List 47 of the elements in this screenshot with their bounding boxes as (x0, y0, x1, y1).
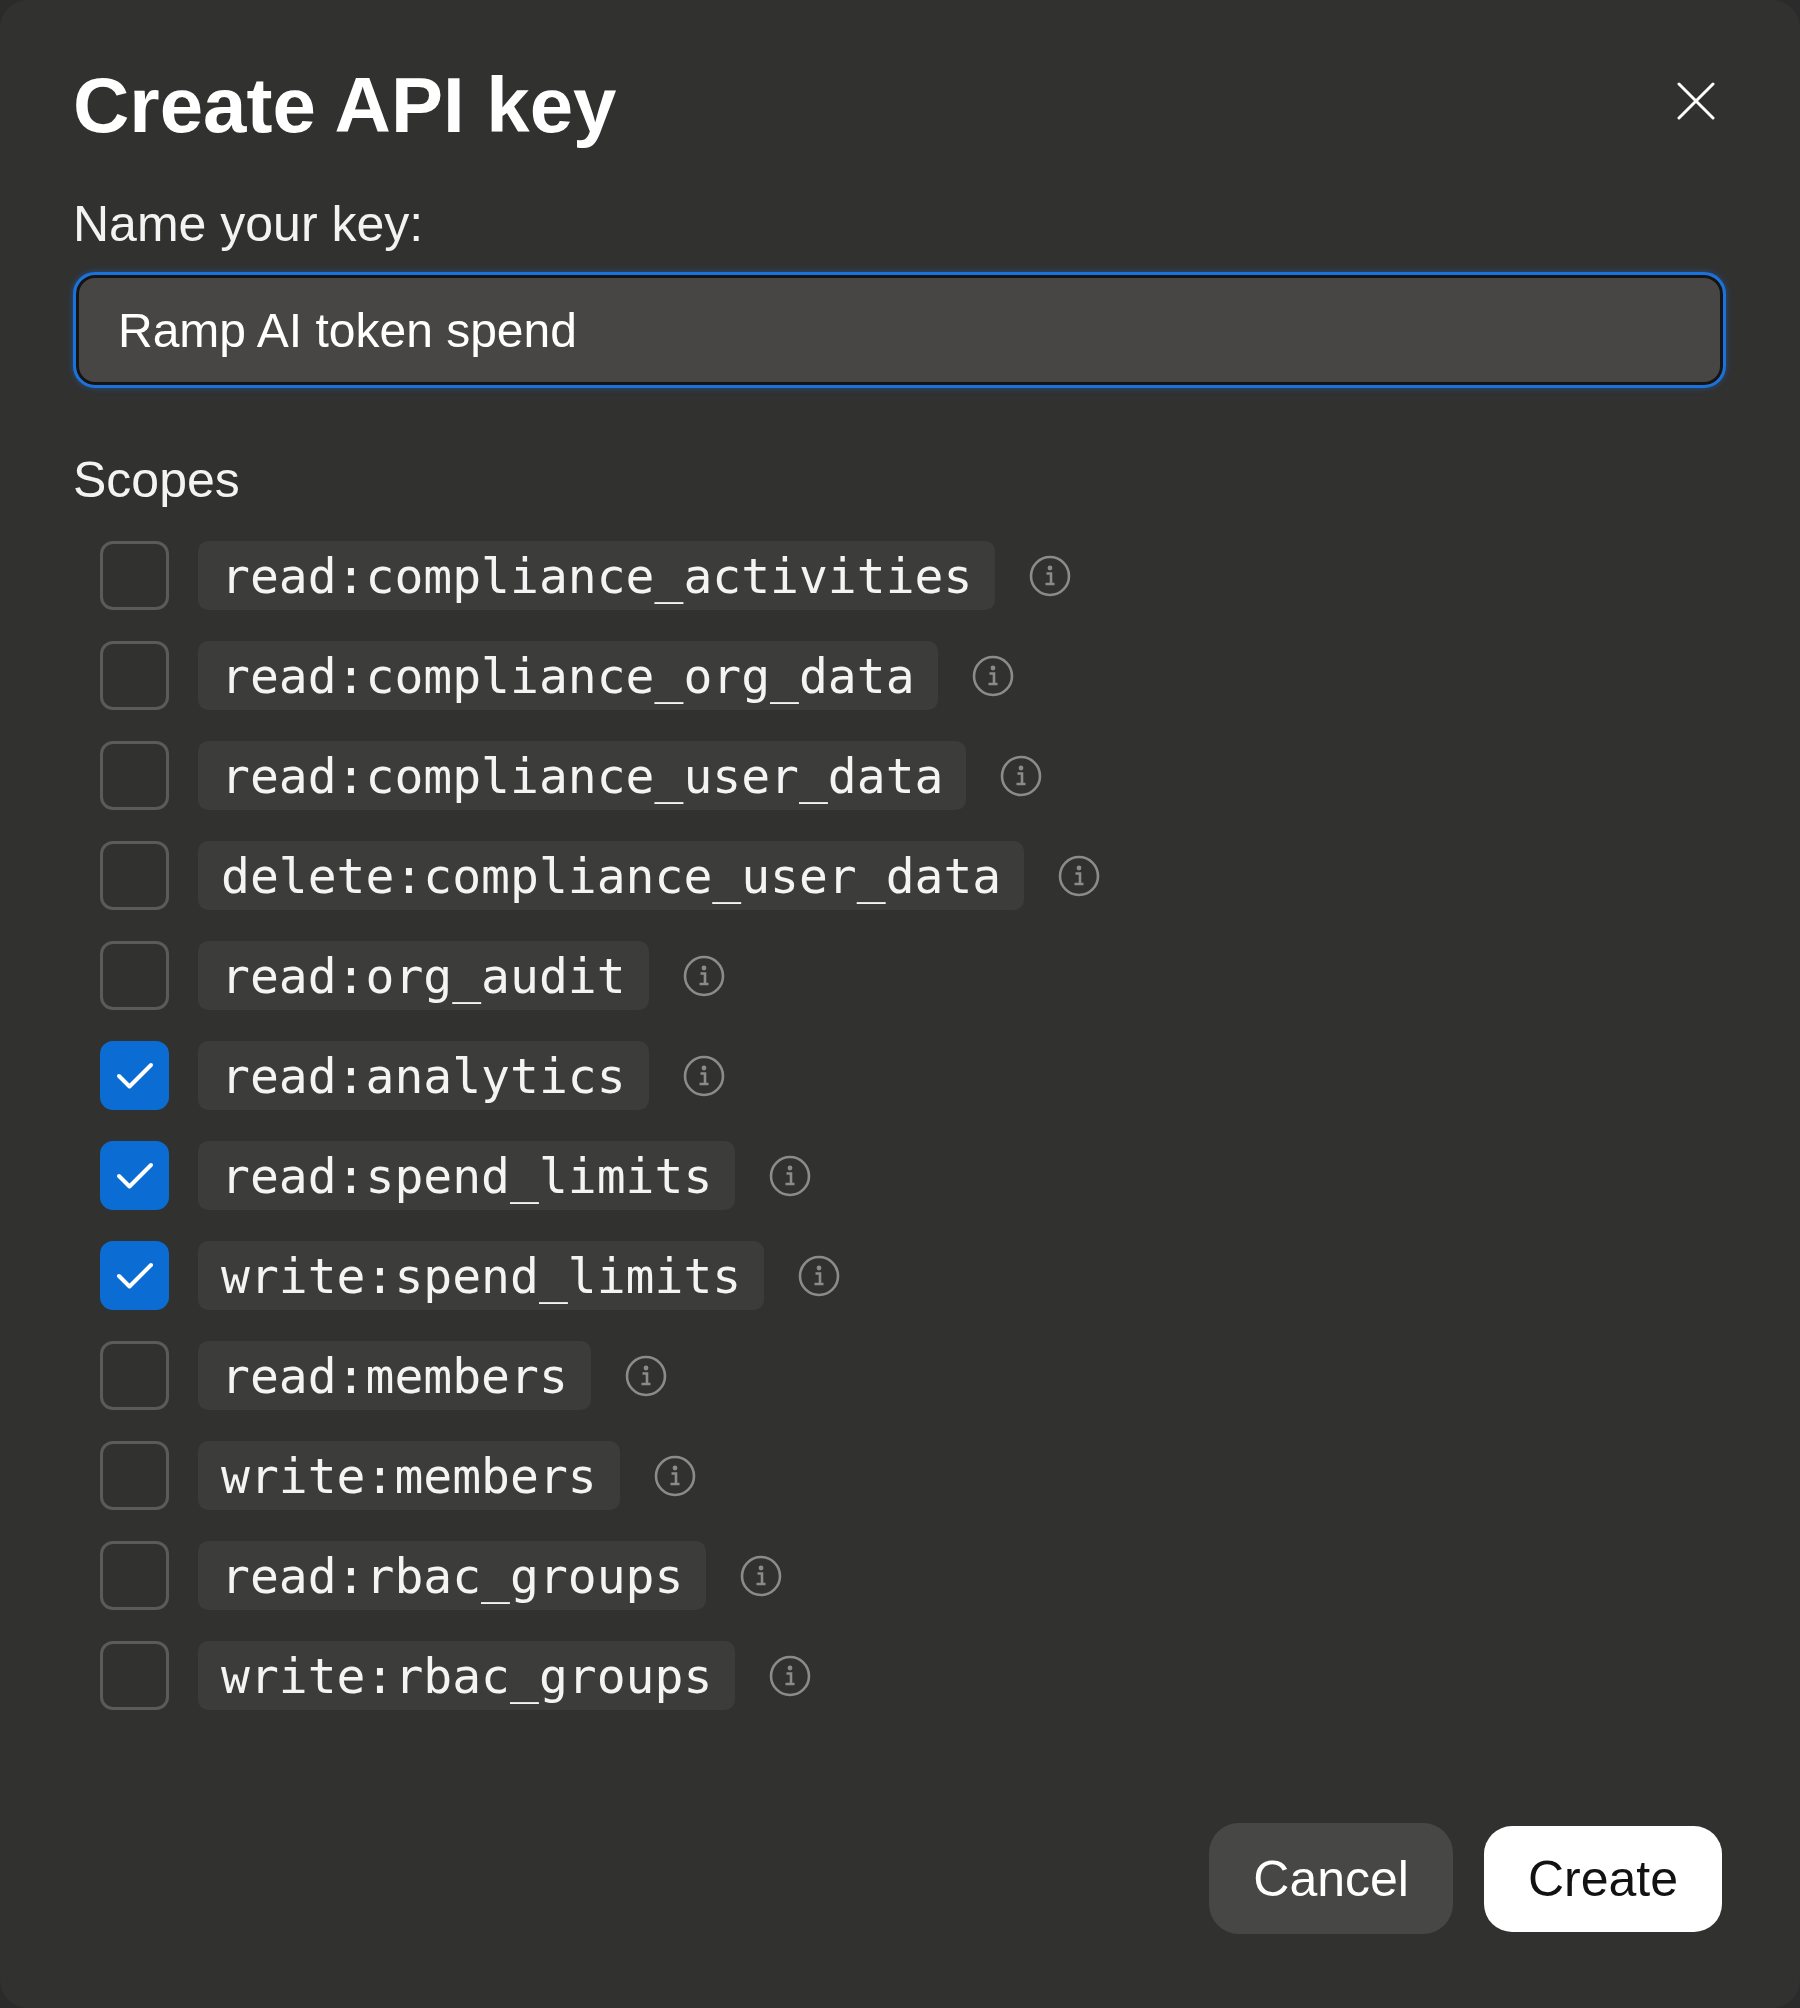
check-icon (115, 1161, 154, 1190)
field-label: Name your key: (73, 195, 425, 253)
info-icon[interactable] (1058, 854, 1101, 897)
dialog-title: Create API key (73, 60, 617, 151)
scope-code-label: write:members (198, 1441, 620, 1510)
checkbox[interactable] (100, 1141, 169, 1210)
info-icon[interactable] (1000, 754, 1043, 797)
info-icon[interactable] (769, 1154, 812, 1197)
checkbox[interactable] (100, 641, 169, 710)
checkbox[interactable] (100, 541, 169, 610)
check-icon (115, 1061, 154, 1090)
checkbox[interactable] (100, 1041, 169, 1110)
check-icon (115, 1261, 154, 1290)
cancel-button[interactable]: Cancel (1209, 1823, 1453, 1934)
scope-code-label: write:spend_limits (198, 1241, 765, 1310)
info-icon[interactable] (769, 1654, 812, 1697)
info-icon[interactable] (798, 1254, 841, 1297)
info-icon[interactable] (682, 954, 725, 997)
close-button[interactable] (1676, 81, 1716, 121)
key-name-input[interactable]: Ramp AI token spend (73, 272, 1726, 388)
create-button[interactable]: Create (1483, 1825, 1722, 1932)
scope-code-label: read:compliance_user_data (198, 741, 967, 810)
checkbox[interactable] (100, 1641, 169, 1710)
scope-code-label: read:org_audit (198, 941, 649, 1010)
checkbox[interactable] (100, 1341, 169, 1410)
scope-code-label: delete:compliance_user_data (198, 841, 1025, 910)
scope-code-label: read:rbac_groups (198, 1541, 707, 1610)
info-icon[interactable] (740, 1554, 783, 1597)
checkbox[interactable] (100, 841, 169, 910)
info-icon[interactable] (653, 1454, 696, 1497)
scope-code-label: read:spend_limits (198, 1141, 736, 1210)
info-icon[interactable] (971, 654, 1014, 697)
scope-code-label: write:rbac_groups (198, 1641, 736, 1710)
close-icon (1677, 82, 1715, 120)
scope-code-label: read:compliance_org_data (198, 641, 938, 710)
info-icon[interactable] (1029, 554, 1072, 597)
checkbox[interactable] (100, 741, 169, 810)
checkbox[interactable] (100, 1441, 169, 1510)
checkbox[interactable] (100, 1541, 169, 1610)
scope-code-label: read:compliance_activities (198, 541, 996, 610)
checkbox[interactable] (100, 941, 169, 1010)
scope-code-label: read:analytics (198, 1041, 649, 1110)
scope-code-label: read:members (198, 1341, 591, 1410)
section-heading: Scopes (73, 451, 241, 509)
checkbox[interactable] (100, 1241, 169, 1310)
info-icon[interactable] (624, 1354, 667, 1397)
info-icon[interactable] (682, 1054, 725, 1097)
